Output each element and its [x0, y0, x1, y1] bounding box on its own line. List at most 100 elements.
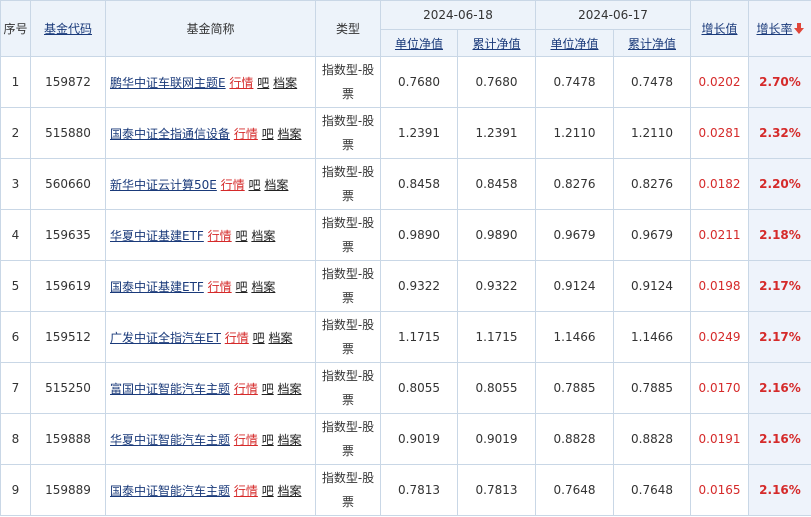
forum-link[interactable]: 吧 [249, 178, 261, 192]
quote-link[interactable]: 行情 [229, 76, 253, 90]
header-growth-rate[interactable]: 增长率 [748, 0, 811, 57]
cum-nav-1-cell: 0.7680 [457, 56, 536, 108]
cum-nav-2-cell: 1.2110 [613, 107, 691, 159]
growth-value-cell: 0.0191 [690, 413, 749, 465]
quote-link[interactable]: 行情 [234, 382, 258, 396]
archive-link[interactable]: 档案 [251, 229, 275, 243]
quote-link[interactable]: 行情 [234, 127, 258, 141]
archive-link[interactable]: 档案 [268, 331, 292, 345]
header-code[interactable]: 基金代码 [30, 0, 106, 57]
header-type: 类型 [315, 0, 381, 57]
header-growth-value[interactable]: 增长值 [690, 0, 749, 57]
forum-link[interactable]: 吧 [253, 331, 265, 345]
forum-link[interactable]: 吧 [257, 76, 269, 90]
header-unit-nav-1[interactable]: 单位净值 [380, 29, 458, 57]
unit-nav-1-cell: 0.9322 [380, 260, 458, 312]
fund-code-cell: 159619 [30, 260, 106, 312]
seq-cell: 8 [0, 413, 31, 465]
fund-type-cell: 指数型-股票 [315, 311, 381, 363]
sort-by-growth-value-link[interactable]: 增长值 [701, 22, 737, 36]
fund-name-cell: 新华中证云计算50E 行情 吧 档案 [105, 158, 316, 210]
growth-rate-cell: 2.17% [748, 260, 811, 312]
header-cum-nav-2[interactable]: 累计净值 [613, 29, 691, 57]
fund-code-cell: 515250 [30, 362, 106, 414]
forum-link[interactable]: 吧 [262, 127, 274, 141]
cum-nav-1-cell: 1.2391 [457, 107, 536, 159]
forum-link[interactable]: 吧 [236, 229, 248, 243]
growth-value-cell: 0.0170 [690, 362, 749, 414]
fund-name-link[interactable]: 华夏中证基建ETF [110, 229, 204, 243]
quote-link[interactable]: 行情 [208, 229, 232, 243]
archive-link[interactable]: 档案 [278, 484, 302, 498]
fund-name-link[interactable]: 富国中证智能汽车主题 [110, 382, 230, 396]
growth-rate-cell: 2.16% [748, 413, 811, 465]
header-cum-nav-1[interactable]: 累计净值 [457, 29, 536, 57]
fund-type-cell: 指数型-股票 [315, 56, 381, 108]
unit-nav-2-cell: 0.7885 [535, 362, 614, 414]
fund-name-link[interactable]: 鹏华中证车联网主题E [110, 76, 226, 90]
forum-link[interactable]: 吧 [262, 484, 274, 498]
quote-link[interactable]: 行情 [221, 178, 245, 192]
fund-type-cell: 指数型-股票 [315, 158, 381, 210]
growth-rate-cell: 2.17% [748, 311, 811, 363]
archive-link[interactable]: 档案 [278, 127, 302, 141]
unit-nav-2-cell: 0.7648 [535, 464, 614, 516]
unit-nav-2-cell: 1.2110 [535, 107, 614, 159]
growth-value-cell: 0.0281 [690, 107, 749, 159]
forum-link[interactable]: 吧 [262, 433, 274, 447]
archive-link[interactable]: 档案 [264, 178, 288, 192]
sort-by-code-link[interactable]: 基金代码 [44, 22, 92, 36]
fund-name-cell: 广发中证全指汽车ET 行情 吧 档案 [105, 311, 316, 363]
archive-link[interactable]: 档案 [273, 76, 297, 90]
fund-code-cell: 560660 [30, 158, 106, 210]
fund-name-link[interactable]: 广发中证全指汽车ET [110, 331, 221, 345]
fund-name-link[interactable]: 华夏中证智能汽车主题 [110, 433, 230, 447]
fund-name-link[interactable]: 国泰中证智能汽车主题 [110, 484, 230, 498]
growth-rate-cell: 2.20% [748, 158, 811, 210]
fund-name-link[interactable]: 国泰中证全指通信设备 [110, 127, 230, 141]
growth-rate-cell: 2.18% [748, 209, 811, 261]
table-row: 3 560660 新华中证云计算50E 行情 吧 档案 指数型-股票 0.8458 0.8… [0, 158, 811, 210]
unit-nav-2-cell: 0.8276 [535, 158, 614, 210]
cum-nav-1-cell: 0.9890 [457, 209, 536, 261]
unit-nav-1-cell: 0.8055 [380, 362, 458, 414]
fund-type-cell: 指数型-股票 [315, 464, 381, 516]
table-row: 9 159889 国泰中证智能汽车主题 行情 吧 档案 指数型-股票 0.7813 0.7… [0, 464, 811, 516]
quote-link[interactable]: 行情 [234, 433, 258, 447]
archive-link[interactable]: 档案 [278, 382, 302, 396]
fund-name-cell: 国泰中证智能汽车主题 行情 吧 档案 [105, 464, 316, 516]
quote-link[interactable]: 行情 [234, 484, 258, 498]
growth-value-cell: 0.0211 [690, 209, 749, 261]
seq-cell: 6 [0, 311, 31, 363]
cum-nav-2-cell: 0.7648 [613, 464, 691, 516]
unit-nav-1-cell: 0.7813 [380, 464, 458, 516]
forum-link[interactable]: 吧 [236, 280, 248, 294]
table-row: 2 515880 国泰中证全指通信设备 行情 吧 档案 指数型-股票 1.2391 1.2… [0, 107, 811, 159]
growth-rate-cell: 2.16% [748, 464, 811, 516]
sort-by-growth-rate-link[interactable]: 增长率 [756, 22, 792, 36]
header-unit-nav-2[interactable]: 单位净值 [535, 29, 614, 57]
fund-code-cell: 159872 [30, 56, 106, 108]
quote-link[interactable]: 行情 [208, 280, 232, 294]
unit-nav-2-cell: 0.8828 [535, 413, 614, 465]
growth-value-cell: 0.0165 [690, 464, 749, 516]
seq-cell: 1 [0, 56, 31, 108]
forum-link[interactable]: 吧 [262, 382, 274, 396]
seq-cell: 2 [0, 107, 31, 159]
unit-nav-1-cell: 0.9019 [380, 413, 458, 465]
fund-code-cell: 159635 [30, 209, 106, 261]
cum-nav-1-cell: 0.8055 [457, 362, 536, 414]
cum-nav-1-cell: 1.1715 [457, 311, 536, 363]
fund-ranking-table: 序号 基金代码 基金简称 类型 2024-06-18 2024-06-17 增长… [0, 0, 811, 516]
archive-link[interactable]: 档案 [278, 433, 302, 447]
fund-type-cell: 指数型-股票 [315, 413, 381, 465]
quote-link[interactable]: 行情 [225, 331, 249, 345]
fund-name-link[interactable]: 国泰中证基建ETF [110, 280, 204, 294]
sort-down-arrow-icon [793, 23, 804, 34]
seq-cell: 5 [0, 260, 31, 312]
archive-link[interactable]: 档案 [251, 280, 275, 294]
fund-name-link[interactable]: 新华中证云计算50E [110, 178, 217, 192]
header-date-2: 2024-06-17 [535, 0, 691, 30]
cum-nav-2-cell: 0.9124 [613, 260, 691, 312]
seq-cell: 4 [0, 209, 31, 261]
